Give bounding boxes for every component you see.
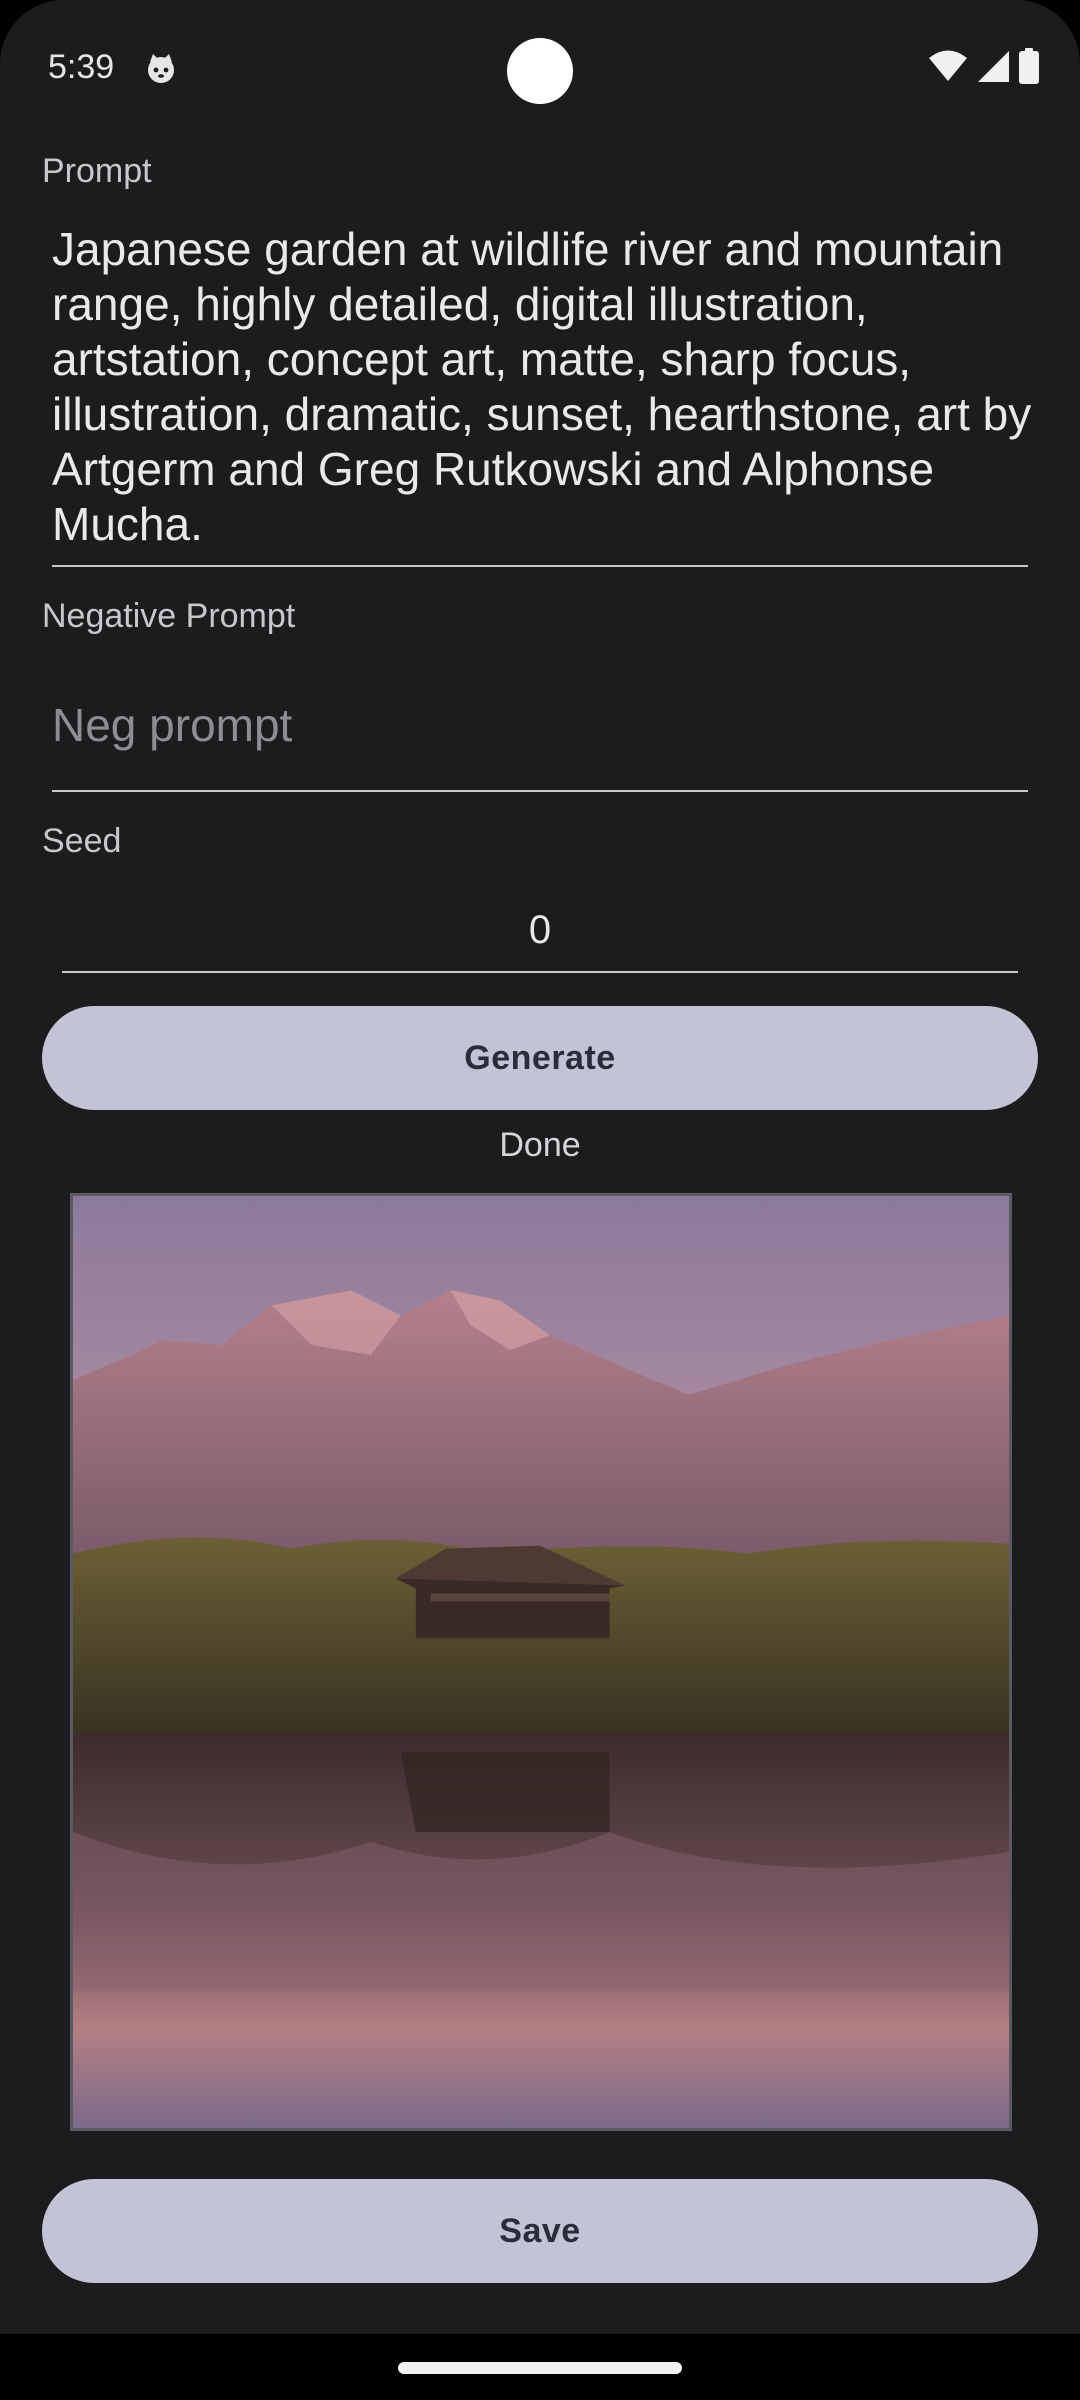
- seed-input[interactable]: 0: [62, 900, 1018, 960]
- negative-prompt-label: Negative Prompt: [42, 597, 296, 635]
- camera-cutout: [507, 38, 573, 104]
- status-bar: 5:39: [0, 0, 1080, 140]
- cat-face-icon: [144, 52, 178, 86]
- status-time: 5:39: [48, 48, 115, 86]
- cellular-signal-icon: [976, 49, 1010, 88]
- home-indicator[interactable]: [398, 2362, 682, 2374]
- negative-prompt-underline: [52, 790, 1028, 792]
- prompt-label: Prompt: [42, 152, 152, 190]
- battery-icon: [1018, 47, 1040, 89]
- generated-image: [70, 1193, 1012, 2131]
- wifi-icon: [928, 49, 968, 88]
- prompt-input[interactable]: Japanese garden at wildlife river and mo…: [52, 222, 1032, 552]
- save-button[interactable]: Save: [42, 2179, 1038, 2283]
- generate-button[interactable]: Generate: [42, 1006, 1038, 1110]
- prompt-underline: [52, 565, 1028, 567]
- negative-prompt-input[interactable]: Neg prompt: [52, 690, 1032, 760]
- seed-underline: [62, 971, 1018, 973]
- generation-status: Done: [499, 1126, 581, 1164]
- seed-label: Seed: [42, 822, 122, 860]
- status-icons: [928, 47, 1040, 89]
- app-screen: 5:39 Prompt Japanese garden at wildlife …: [0, 0, 1080, 2400]
